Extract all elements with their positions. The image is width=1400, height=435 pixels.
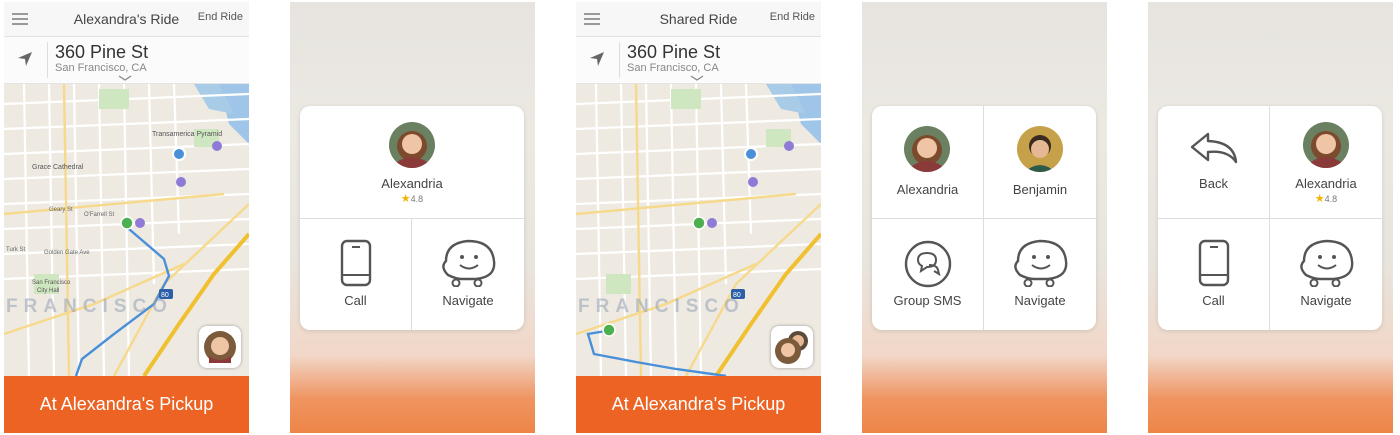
pickup-button[interactable]: At Alexandra's Pickup bbox=[4, 376, 249, 433]
back-button[interactable]: Back bbox=[1158, 106, 1269, 218]
address-street: 360 Pine St bbox=[55, 42, 149, 62]
map-label: Golden Gate Ave bbox=[44, 250, 90, 256]
chevron-down-icon[interactable] bbox=[690, 75, 704, 81]
avatar bbox=[389, 122, 435, 168]
rider-name: Alexandria bbox=[1295, 176, 1357, 191]
rider-name: Benjamin bbox=[1012, 182, 1068, 197]
rider-card: Alexandria ★4.8 Call Navigate bbox=[300, 106, 524, 330]
rider-alexandria[interactable]: Alexandria bbox=[872, 106, 983, 218]
back-arrow-icon bbox=[1190, 132, 1238, 164]
avatar bbox=[775, 331, 808, 364]
map-label: Geary St bbox=[49, 207, 73, 213]
pickup-button[interactable]: At Alexandra's Pickup bbox=[576, 376, 821, 433]
navigate-label: Navigate bbox=[1014, 293, 1066, 308]
rider-name: Alexandria bbox=[896, 182, 959, 197]
chat-bubble-icon bbox=[904, 240, 952, 288]
navigate-button[interactable]: Navigate bbox=[412, 219, 524, 330]
navigate-button[interactable]: Navigate bbox=[1270, 219, 1382, 330]
call-button[interactable]: Call bbox=[300, 219, 411, 330]
map-label: Turk St bbox=[6, 247, 25, 253]
navigate-label: Navigate bbox=[442, 293, 494, 308]
map-watermark: FRANCISCO bbox=[578, 296, 745, 317]
map-watermark: FRANCISCO bbox=[6, 296, 173, 317]
star-icon: ★ bbox=[400, 193, 411, 205]
address-bar[interactable]: 360 Pine St San Francisco, CA bbox=[4, 37, 249, 84]
top-bar: Shared Ride End Ride bbox=[576, 2, 821, 37]
rider-card: Back Alexandria ★4.8 Call Navigate bbox=[1158, 106, 1382, 330]
map-label: Grace Cathedral bbox=[32, 164, 84, 171]
address-street: 360 Pine St bbox=[627, 42, 721, 62]
avatar bbox=[1303, 122, 1349, 168]
group-sms-label: Group SMS bbox=[893, 293, 962, 308]
navigate-button[interactable]: Navigate bbox=[984, 219, 1096, 330]
riders-thumbnail[interactable] bbox=[771, 326, 813, 368]
address-city: San Francisco, CA bbox=[55, 62, 147, 74]
end-ride-button[interactable]: End Ride bbox=[198, 11, 243, 23]
call-label: Call bbox=[344, 293, 367, 308]
screen-back-popup: Back Alexandria ★4.8 Call Navigate bbox=[1148, 2, 1393, 433]
navigate-label: Navigate bbox=[1300, 293, 1352, 308]
rider-name: Alexandria bbox=[381, 176, 443, 191]
avatar bbox=[1017, 126, 1063, 172]
screen-shared-ride: Shared Ride End Ride 360 Pine St San Fra… bbox=[576, 2, 821, 433]
map-label: O'Farrell St bbox=[84, 212, 114, 218]
location-arrow-icon bbox=[18, 52, 32, 66]
call-button[interactable]: Call bbox=[1158, 219, 1269, 330]
call-label: Call bbox=[1202, 293, 1225, 308]
avatar bbox=[904, 126, 950, 172]
phone-icon bbox=[1198, 239, 1230, 287]
rider-profile[interactable]: Alexandria ★4.8 bbox=[1270, 106, 1382, 218]
address-bar[interactable]: 360 Pine St San Francisco, CA bbox=[576, 37, 821, 84]
chevron-down-icon[interactable] bbox=[118, 75, 132, 81]
map-label: Transamerica Pyramid bbox=[152, 131, 222, 138]
shared-riders-card: Alexandria Benjamin Group SMS Navigate bbox=[872, 106, 1096, 330]
back-label: Back bbox=[1199, 176, 1228, 191]
address-city: San Francisco, CA bbox=[627, 62, 719, 74]
end-ride-button[interactable]: End Ride bbox=[770, 11, 815, 23]
map-view[interactable]: Transamerica Pyramid Grace Cathedral Gea… bbox=[4, 84, 249, 376]
group-sms-button[interactable]: Group SMS bbox=[872, 219, 983, 330]
map-view[interactable]: 80 FRANCISCO bbox=[576, 84, 821, 376]
location-arrow-icon bbox=[590, 52, 604, 66]
rider-thumbnail[interactable] bbox=[199, 326, 241, 368]
rider-rating: ★4.8 bbox=[400, 193, 424, 205]
star-icon: ★ bbox=[1314, 193, 1325, 205]
map-label: City Hall bbox=[37, 288, 59, 294]
rider-profile[interactable]: Alexandria ★4.8 bbox=[300, 106, 524, 218]
phone-icon bbox=[340, 239, 372, 287]
top-bar: Alexandra's Ride End Ride bbox=[4, 2, 249, 37]
waze-icon bbox=[442, 239, 496, 287]
screen-shared-popup: Alexandria Benjamin Group SMS Navigate bbox=[862, 2, 1107, 433]
waze-icon bbox=[1300, 239, 1354, 287]
screen-alexandras-ride: Alexandra's Ride End Ride 360 Pine St Sa… bbox=[4, 2, 249, 433]
rider-benjamin[interactable]: Benjamin bbox=[984, 106, 1096, 218]
screen-rider-popup: Alexandria ★4.8 Call Navigate bbox=[290, 2, 535, 433]
map-label: San Francisco bbox=[32, 280, 71, 286]
avatar bbox=[204, 331, 236, 363]
waze-icon bbox=[1014, 239, 1068, 287]
rider-rating: ★4.8 bbox=[1314, 193, 1338, 205]
